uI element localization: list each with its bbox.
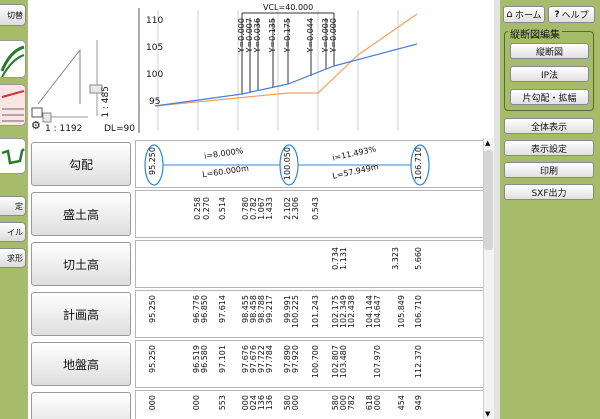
curve-point-label: Y=0.000 [329,18,338,53]
scroll-down-icon[interactable]: ▼ [485,410,490,418]
cell-value: 100.050 [283,147,292,181]
y-tick: 110 [146,16,164,26]
row-header-gradient: 勾配 [31,142,131,186]
row-fill-height-cells: 0.258 0.270 0.514 0.780 0.782 1.067 1.43… [135,190,490,238]
curve-point-label: Y=0.044 [306,18,315,53]
switch-button[interactable]: 切替 [0,4,26,26]
cross-section-icon[interactable] [0,84,26,126]
row-gradient-cells: 95.250 100.050 106.710 i=8.000% L=60.000… [135,140,490,188]
gear-icon[interactable]: ⚙ [31,120,41,131]
row-header-cut-height: 切土高 [31,242,131,286]
home-icon: ⌂ [506,9,513,20]
row-plan-height-cells: 95.250 96.776 96.850 97.614 98.455 98.45… [135,290,490,338]
row-cut-height-cells: 0.734 1.131 3.323 5.660 [135,240,490,288]
sxf-export-button[interactable]: SXF出力 [504,184,594,200]
shape-outline-icon [1,148,25,165]
row-ground-height-cells: 95.250 96.519 96.580 97.101 97.676 97.67… [135,340,490,388]
profile-view-icon[interactable] [0,40,26,78]
left-toolbar: 切替 定 イル 求形 [0,0,28,419]
help-button[interactable]: ? ヘルプ [548,6,595,23]
vcl-label: VCL=40.000 [263,3,314,12]
horizontal-scale-label: 1 : 1192 [45,124,83,134]
row-header-fill-height: 盛土高 [31,192,131,236]
vertical-scale-label: 1 : 485 [101,86,111,118]
profile-chart: 110 105 100 95 VCL=40.000 Y=0.000 Y=0.00… [28,0,483,137]
print-button[interactable]: 印刷 [504,162,594,178]
row-header-plan-height: 計画高 [31,292,131,336]
y-tick: 100 [146,70,164,80]
horizontal-scale-slider[interactable] [42,112,52,123]
scrollbar-thumb[interactable] [484,150,493,250]
curve-point-label: Y=0.175 [283,18,292,53]
shape-button[interactable]: 求形 [0,248,26,268]
superelevation-button[interactable]: 片勾配・拡幅 [510,89,589,105]
curve-icon [0,45,25,77]
data-grid: 勾配 95.250 100.050 106.710 i=8.000% L=60.… [28,138,490,419]
plan-line [154,43,418,107]
file-button[interactable]: イル [0,222,26,242]
scroll-up-icon[interactable]: ▲ [485,139,490,147]
cell-value: 95.250 [148,147,157,175]
curve-point-label: Y=0.036 [253,18,262,53]
ip-method-button[interactable]: IP法 [510,66,589,82]
y-tick: 105 [146,43,164,53]
show-all-button[interactable]: 全体表示 [504,118,594,134]
group-title: 縦断図編集 [508,26,562,41]
row-header-partial [31,392,131,419]
curve-point-label: Y=0.135 [268,18,277,53]
profile-button[interactable]: 縦断図 [510,43,589,59]
y-tick: 95 [149,97,161,107]
display-settings-button[interactable]: 表示設定 [504,140,594,156]
setting-button[interactable]: 定 [0,196,26,216]
road-shape-icon[interactable] [0,138,26,174]
section-lines-icon [1,90,25,122]
help-icon: ? [554,9,560,20]
cell-value: 106.710 [414,147,423,181]
home-button[interactable]: ⌂ ホーム [503,6,545,23]
datum-label: DL=90 [104,124,135,134]
row-partial-cells: 000 000 553 000 024 136 136 580 000 580 … [135,390,490,419]
row-header-ground-height: 地盤高 [31,342,131,386]
